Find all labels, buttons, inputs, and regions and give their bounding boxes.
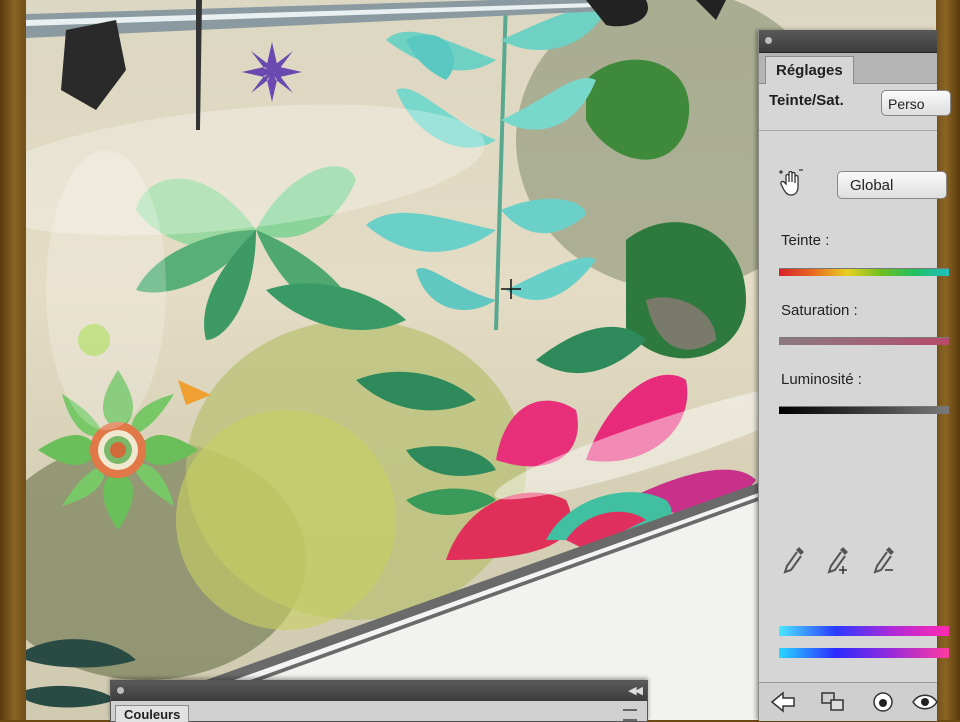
adjustments-titlebar[interactable] [759,30,937,53]
adjustment-title: Teinte/Sat. [769,92,844,109]
colors-titlebar[interactable]: ◀◀ [111,681,647,701]
hue-label: Teinte : [781,232,830,249]
preset-select[interactable]: Perso [881,90,951,116]
lightness-slider[interactable] [779,406,949,414]
eyedropper-minus-icon[interactable] [871,544,897,576]
hue-slider[interactable] [779,268,949,276]
visibility-eye-icon[interactable] [869,689,897,715]
tab-adjustments[interactable]: Réglages [765,56,854,84]
adjustments-header: Teinte/Sat. Perso [759,84,951,131]
colors-close-icon[interactable] [117,687,124,694]
color-range-bar-top[interactable] [779,626,949,636]
panel-menu-icon[interactable] [623,709,637,721]
panel-close-icon[interactable] [765,37,772,44]
eyedropper-icon[interactable] [781,544,807,576]
colors-panel: ◀◀ Couleurs [110,680,648,722]
adjustments-tabbar: Réglages [759,53,937,84]
saturation-slider[interactable] [779,337,949,345]
lightness-label: Luminosité : [781,371,862,388]
back-arrow-icon[interactable] [769,689,797,715]
color-range-bar-bottom[interactable] [779,648,949,658]
saturation-label: Saturation : [781,302,858,319]
adjustments-footer [759,682,939,721]
adjustments-panel: Réglages Teinte/Sat. Perso Global Teinte… [758,30,951,721]
targeted-adjustment-hand-icon[interactable] [777,168,807,198]
eyedropper-plus-icon[interactable] [825,544,851,576]
channel-select[interactable]: Global [837,171,947,199]
preview-eye-icon[interactable] [911,689,939,715]
clip-to-layer-icon[interactable] [819,689,847,715]
tab-colors[interactable]: Couleurs [115,705,190,722]
collapse-arrows-icon[interactable]: ◀◀ [628,684,643,697]
